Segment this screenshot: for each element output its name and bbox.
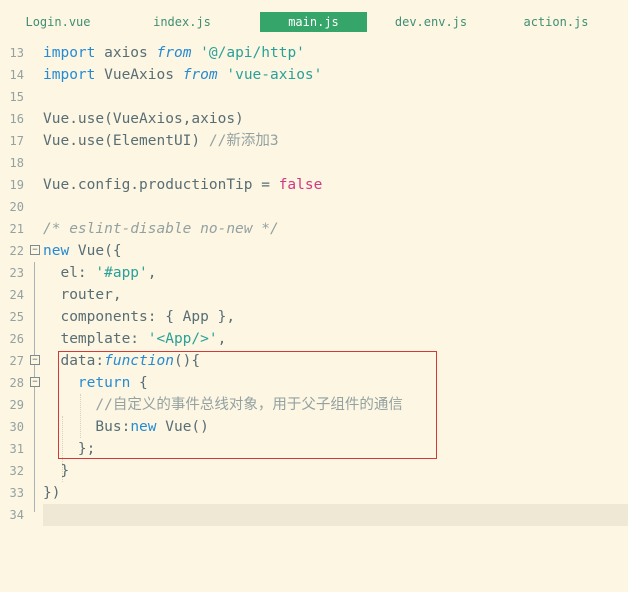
line-number: 28: [9, 376, 24, 390]
editor-tab-bar: Login.vue index.js main.js dev.env.js ac…: [0, 0, 628, 40]
code-text: template:: [43, 331, 148, 347]
keyword: function: [104, 353, 174, 369]
code-line: 32 }: [0, 460, 628, 482]
code-text: Vue.use(ElementUI): [43, 133, 209, 149]
code-line: 33 }): [0, 482, 628, 504]
code-text: VueAxios: [95, 67, 183, 83]
code-line: 15: [0, 86, 628, 108]
string-literal: '@/api/http': [200, 45, 305, 61]
code-line: 30 Bus:new Vue(): [0, 416, 628, 438]
code-text: {: [130, 375, 148, 391]
code-line: 13 import axios from '@/api/http': [0, 42, 628, 64]
code-line: 26 template: '<App/>',: [0, 328, 628, 350]
code-line: 27 − data:function(){: [0, 350, 628, 372]
comment: /* eslint-disable no-new */: [43, 221, 279, 237]
line-number: 22: [9, 244, 24, 258]
keyword: new: [130, 419, 157, 435]
keyword: import: [43, 67, 96, 83]
code-text: Vue({: [69, 243, 122, 259]
code-text: data:: [43, 353, 105, 369]
current-line-highlight: [43, 504, 628, 526]
keyword: import: [43, 45, 96, 61]
fold-toggle-icon[interactable]: −: [30, 377, 40, 387]
tab-login-vue[interactable]: Login.vue: [18, 12, 98, 32]
code-text: router,: [43, 287, 122, 303]
line-number: 24: [9, 288, 24, 302]
code-text: axios: [95, 45, 157, 61]
code-text: (){: [173, 353, 201, 369]
line-number: 30: [9, 420, 24, 434]
code-editor[interactable]: 13 import axios from '@/api/http' 14 imp…: [0, 42, 628, 536]
code-line: 23 el: '#app',: [0, 262, 628, 284]
line-number: 19: [9, 178, 24, 192]
line-number: 21: [9, 222, 24, 236]
boolean-literal: false: [278, 177, 323, 193]
line-number: 20: [9, 200, 24, 214]
tab-main-js[interactable]: main.js: [260, 12, 367, 32]
fold-toggle-icon[interactable]: −: [30, 355, 40, 365]
code-text: ,: [217, 331, 227, 347]
code-line: 18: [0, 152, 628, 174]
code-line: 19 Vue.config.productionTip = false: [0, 174, 628, 196]
code-text: Vue.use(VueAxios,axios): [43, 111, 244, 127]
code-line: 29 //自定义的事件总线对象，用于父子组件的通信: [0, 394, 628, 416]
line-number: 31: [9, 442, 24, 456]
tab-index-js[interactable]: index.js: [142, 12, 222, 32]
code-line: 25 components: { App },: [0, 306, 628, 328]
line-number: 16: [9, 112, 24, 126]
code-text: }): [43, 485, 61, 501]
code-line: 14 import VueAxios from 'vue-axios': [0, 64, 628, 86]
keyword: from: [182, 67, 218, 83]
code-line: 20: [0, 196, 628, 218]
code-line: 31 };: [0, 438, 628, 460]
code-text: };: [43, 441, 96, 457]
line-number: 34: [9, 508, 24, 522]
line-number: 15: [9, 90, 24, 104]
code-text: components: { App },: [43, 309, 236, 325]
line-number: 26: [9, 332, 24, 346]
line-number: 27: [9, 354, 24, 368]
line-number: 33: [9, 486, 24, 500]
code-line: 21 /* eslint-disable no-new */: [0, 218, 628, 240]
line-number: 18: [9, 156, 24, 170]
keyword: from: [156, 45, 192, 61]
string-literal: '#app': [95, 265, 148, 281]
keyword: return: [77, 375, 131, 391]
line-number: 17: [9, 134, 24, 148]
code-text: Vue(): [156, 419, 209, 435]
code-text: Vue.config.productionTip =: [43, 177, 279, 193]
code-line: 16 Vue.use(VueAxios,axios): [0, 108, 628, 130]
fold-toggle-icon[interactable]: −: [30, 245, 40, 255]
line-number: 32: [9, 464, 24, 478]
code-line: 28 − return {: [0, 372, 628, 394]
code-line-current[interactable]: 34: [0, 504, 628, 526]
comment: //自定义的事件总线对象，用于父子组件的通信: [43, 397, 403, 413]
string-literal: '<App/>': [147, 331, 218, 347]
line-number: 13: [9, 46, 24, 60]
code-text: }: [43, 463, 70, 479]
tab-dev-env-js[interactable]: dev.env.js: [386, 12, 476, 32]
code-line: 22 − new Vue({: [0, 240, 628, 262]
line-number: 25: [9, 310, 24, 324]
line-number: 29: [9, 398, 24, 412]
code-line: 17 Vue.use(ElementUI) //新添加3: [0, 130, 628, 152]
string-literal: 'vue-axios': [226, 67, 323, 83]
keyword: new: [43, 243, 70, 259]
comment: //新添加3: [208, 133, 279, 149]
code-text: el:: [43, 265, 96, 281]
code-text: ,: [147, 265, 157, 281]
code-line: 24 router,: [0, 284, 628, 306]
line-number: 23: [9, 266, 24, 280]
code-text: Bus:: [43, 419, 131, 435]
tab-action-js[interactable]: action.js: [516, 12, 596, 32]
line-number: 14: [9, 68, 24, 82]
